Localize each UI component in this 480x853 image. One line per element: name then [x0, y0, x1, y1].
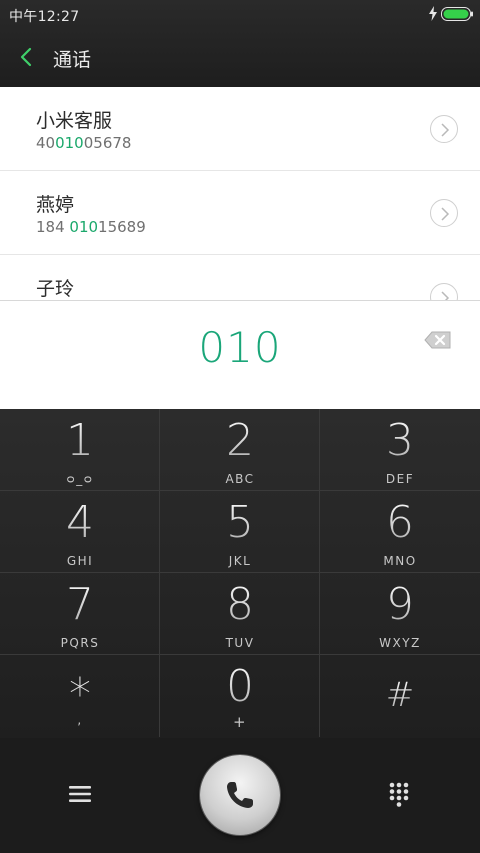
key-9[interactable]: 9 WXYZ: [320, 573, 480, 655]
key-3[interactable]: 3 DEF: [320, 409, 480, 491]
key-1[interactable]: 1 ᴑ_ᴑ: [0, 409, 160, 491]
key-letters: MNO: [383, 554, 417, 568]
key-5[interactable]: 5 JKL: [160, 491, 320, 573]
key-0[interactable]: 0 +: [160, 655, 320, 737]
contact-number: 184 01015689: [36, 218, 146, 236]
key-letters: +: [232, 713, 248, 731]
key-digit: 6: [320, 497, 480, 548]
voicemail-label: ᴑ_ᴑ: [66, 472, 94, 486]
battery-icon: [441, 7, 473, 21]
keypad: 1 ᴑ_ᴑ 2 ABC 3 DEF 4 GHI 5 JKL 6 MNO 7 PQ…: [0, 409, 480, 738]
key-digit: 4: [0, 497, 160, 548]
charging-bolt-icon: [429, 6, 437, 21]
contact-detail-button[interactable]: [430, 199, 458, 227]
key-letters: ,: [77, 713, 83, 727]
page-title: 通话: [53, 49, 92, 71]
call-button[interactable]: [200, 755, 280, 835]
chevron-left-icon[interactable]: [16, 46, 38, 68]
key-digit: #: [320, 675, 480, 715]
chevron-right-icon: [441, 207, 450, 221]
key-digit: 2: [160, 415, 320, 466]
contact-name: 小米客服: [36, 110, 113, 132]
contact-suggestion-list: 小米客服 4001005678 燕婷 184 01015689 子玲: [0, 87, 480, 301]
key-letters: ABC: [225, 472, 255, 486]
key-letters: WXYZ: [379, 636, 421, 650]
key-digit: 0: [160, 661, 320, 712]
contact-number: 4001005678: [36, 134, 132, 152]
bottom-bar: [0, 738, 480, 853]
key-2[interactable]: 2 ABC: [160, 409, 320, 491]
key-8[interactable]: 8 TUV: [160, 573, 320, 655]
key-digit: 5: [160, 497, 320, 548]
key-letters: GHI: [66, 554, 94, 568]
key-letters: TUV: [225, 636, 255, 650]
key-star[interactable]: * ,: [0, 655, 160, 737]
chevron-right-icon: [441, 123, 450, 137]
key-digit: 3: [320, 415, 480, 466]
contact-row[interactable]: 燕婷 184 01015689: [0, 171, 480, 255]
key-digit: 9: [320, 579, 480, 630]
key-digit: 7: [0, 579, 160, 630]
key-letters: PQRS: [60, 636, 100, 650]
phone-icon: [227, 782, 253, 808]
key-7[interactable]: 7 PQRS: [0, 573, 160, 655]
menu-icon[interactable]: [68, 784, 92, 804]
key-letters: DEF: [385, 472, 415, 486]
key-letters: JKL: [228, 554, 252, 568]
dialpad-icon[interactable]: [388, 782, 410, 808]
key-4[interactable]: 4 GHI: [0, 491, 160, 573]
contact-row[interactable]: 小米客服 4001005678: [0, 87, 480, 171]
header: 中午12:27 通话: [0, 0, 480, 87]
dial-display: 010: [0, 300, 480, 409]
key-digit: 8: [160, 579, 320, 630]
key-hash[interactable]: #: [320, 655, 480, 737]
title-bar: 通话: [0, 38, 480, 78]
contact-name: 燕婷: [36, 194, 75, 216]
contact-row[interactable]: 子玲: [0, 255, 480, 301]
dialed-number: 010: [198, 323, 282, 372]
status-time: 中午12:27: [9, 9, 80, 25]
status-bar: 中午12:27: [0, 0, 480, 28]
backspace-icon[interactable]: [424, 330, 452, 350]
contact-detail-button[interactable]: [430, 115, 458, 143]
key-digit: 1: [0, 415, 160, 466]
contact-detail-button[interactable]: [430, 283, 458, 301]
contact-name: 子玲: [36, 278, 75, 300]
key-6[interactable]: 6 MNO: [320, 491, 480, 573]
